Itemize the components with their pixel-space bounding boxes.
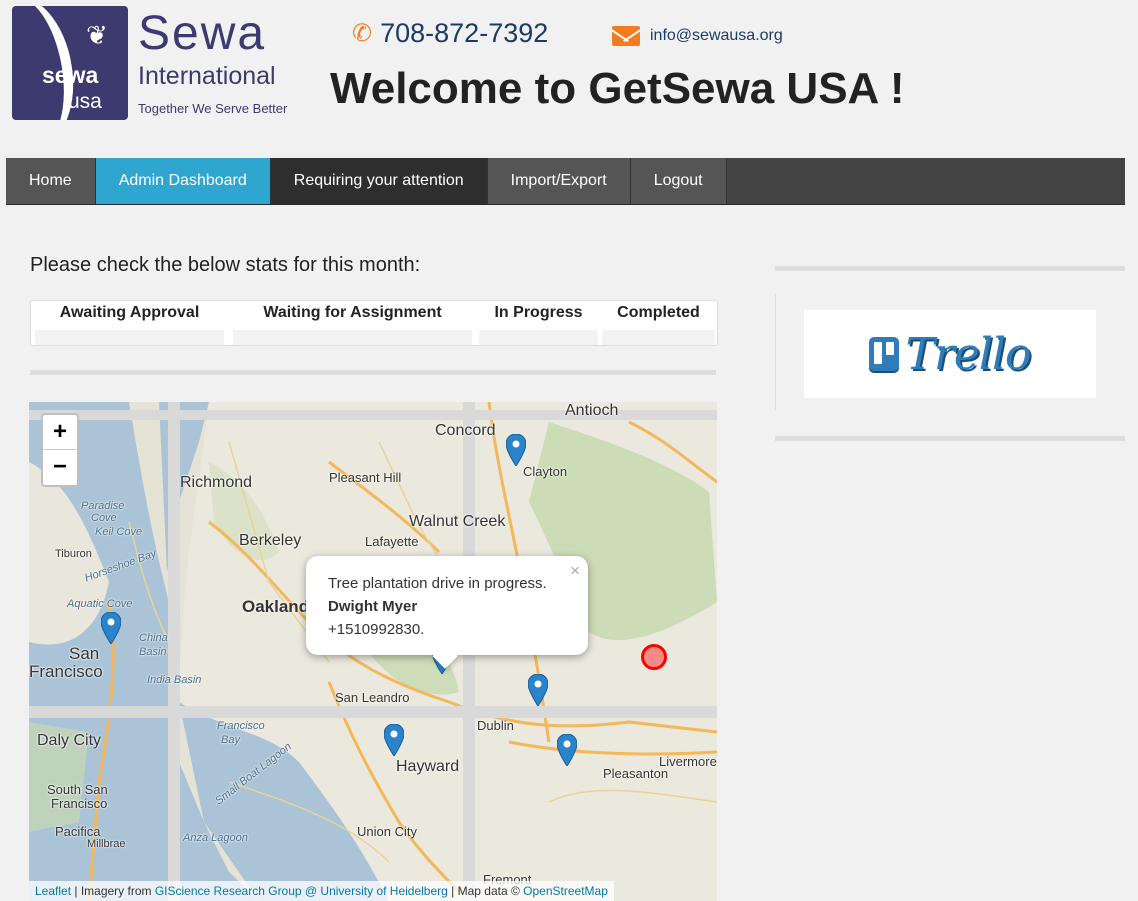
map-marker-icon[interactable] — [384, 724, 404, 756]
map-label: Pacifica — [55, 824, 101, 839]
openstreetmap-link[interactable]: OpenStreetMap — [523, 884, 608, 898]
popup-contact-name: Dwight Myer — [328, 598, 418, 615]
map-label: Basin — [139, 646, 167, 658]
map-label: Hayward — [396, 758, 460, 775]
phone-icon: ✆ — [352, 20, 373, 47]
map-marker-icon[interactable] — [557, 734, 577, 766]
stats-col-in-progress: In Progress — [477, 301, 600, 345]
map-marker-icon[interactable] — [101, 612, 121, 644]
sidebar-divider-bottom — [775, 436, 1125, 441]
sewa-logo-mark: ❦ sewa usa — [12, 6, 128, 120]
nav-admin-dashboard[interactable]: Admin Dashboard — [95, 158, 271, 204]
map-marker-icon[interactable] — [506, 434, 526, 466]
dove-icon: ❦ — [86, 20, 108, 50]
map-label: Pleasant Hill — [329, 470, 402, 485]
logo-word-usa: usa — [68, 90, 102, 113]
map-marker-icon[interactable] — [528, 674, 548, 706]
logo-subtitle: International — [138, 62, 276, 90]
map-label: Cove — [91, 512, 117, 524]
map-label: San Leandro — [335, 690, 410, 705]
nav-requiring-attention[interactable]: Requiring your attention — [270, 158, 488, 204]
stats-col-waiting-assignment: Waiting for Assignment — [228, 301, 477, 345]
stats-table: Awaiting Approval Waiting for Assignment… — [30, 300, 718, 346]
stats-col-completed: Completed — [600, 301, 717, 345]
map-label: Antioch — [565, 402, 619, 419]
map-label: Livermore — [659, 754, 717, 769]
map-label: South San — [47, 782, 108, 797]
map-label: Lafayette — [365, 534, 419, 549]
attribution-text: | Map data © — [447, 884, 524, 898]
phone-number: 708-872-7392 — [380, 18, 549, 48]
map-label: San — [69, 644, 100, 663]
leaflet-link[interactable]: Leaflet — [35, 884, 71, 898]
popup-close-icon[interactable]: × — [570, 559, 580, 582]
map-label: Clayton — [523, 464, 568, 479]
divider — [30, 370, 716, 375]
map-label: Francisco — [51, 796, 108, 811]
sidebar-divider-top — [775, 266, 1125, 271]
page-title: Welcome to GetSewa USA ! — [330, 64, 905, 113]
map-label: India Basin — [147, 674, 202, 686]
map-label: Keil Cove — [95, 526, 143, 538]
zoom-in-button[interactable]: + — [43, 415, 77, 450]
map-attribution: Leaflet | Imagery from GIScience Researc… — [29, 881, 614, 901]
map-label: Dublin — [477, 718, 514, 733]
nav-logout[interactable]: Logout — [630, 158, 727, 204]
stats-header: Waiting for Assignment — [263, 304, 442, 321]
zoom-control: + − — [41, 413, 79, 487]
trello-card: Trello — [775, 294, 1126, 410]
map-popup: × Tree plantation drive in progress. Dwi… — [306, 556, 588, 655]
map-label: Daly City — [37, 732, 102, 749]
trello-link[interactable]: Trello — [804, 310, 1096, 398]
map-label: Oakland — [242, 597, 310, 616]
stats-header: Completed — [617, 304, 700, 321]
trello-logo-text: Trello — [905, 328, 1031, 380]
attribution-text: | Imagery from — [71, 884, 155, 898]
map-label: Berkeley — [239, 532, 302, 549]
email-address[interactable]: info@sewausa.org — [650, 27, 783, 45]
map-label: Francisco — [217, 720, 265, 732]
contact-email[interactable]: info@sewausa.org — [612, 26, 783, 46]
map-label: Paradise — [81, 500, 125, 512]
sewa-logo[interactable]: ❦ sewa usa Sewa International Together W… — [12, 6, 294, 122]
nav-import-export[interactable]: Import/Export — [487, 158, 631, 204]
giscience-link[interactable]: GIScience Research Group @ University of… — [155, 884, 448, 898]
map-label: Bay — [221, 734, 240, 746]
logo-title: Sewa — [138, 7, 267, 60]
zoom-out-button[interactable]: − — [43, 450, 77, 484]
logo-tagline: Together We Serve Better — [138, 101, 288, 116]
map-label: China — [139, 632, 168, 644]
stats-col-awaiting-approval: Awaiting Approval — [31, 301, 228, 345]
popup-contact-phone: +1510992830. — [328, 621, 425, 638]
nav-home[interactable]: Home — [6, 158, 96, 204]
map-label: Francisco — [29, 662, 103, 681]
map-label: Anza Lagoon — [183, 832, 248, 844]
main-nav: Home Admin Dashboard Requiring your atte… — [6, 158, 1125, 205]
map-label: Walnut Creek — [409, 513, 506, 530]
map-label: Aquatic Cove — [67, 598, 133, 610]
map-label: Union City — [357, 824, 417, 839]
contact-phone: ✆ 708-872-7392 — [352, 18, 548, 49]
map[interactable]: Richmond Concord Antioch Clayton Pleasan… — [29, 402, 717, 901]
stats-heading: Please check the below stats for this mo… — [30, 254, 421, 276]
map-label: Tiburon — [55, 548, 92, 560]
map-label: Richmond — [180, 474, 253, 491]
map-circle-marker[interactable] — [641, 644, 667, 670]
trello-icon — [869, 337, 900, 371]
map-label: Concord — [435, 422, 496, 439]
popup-description: Tree plantation drive in progress. — [328, 575, 547, 592]
stats-header: In Progress — [494, 304, 583, 321]
map-label: Millbrae — [87, 838, 126, 850]
envelope-icon — [612, 26, 640, 46]
logo-word-sewa: sewa — [42, 62, 99, 88]
stats-header: Awaiting Approval — [59, 304, 200, 321]
